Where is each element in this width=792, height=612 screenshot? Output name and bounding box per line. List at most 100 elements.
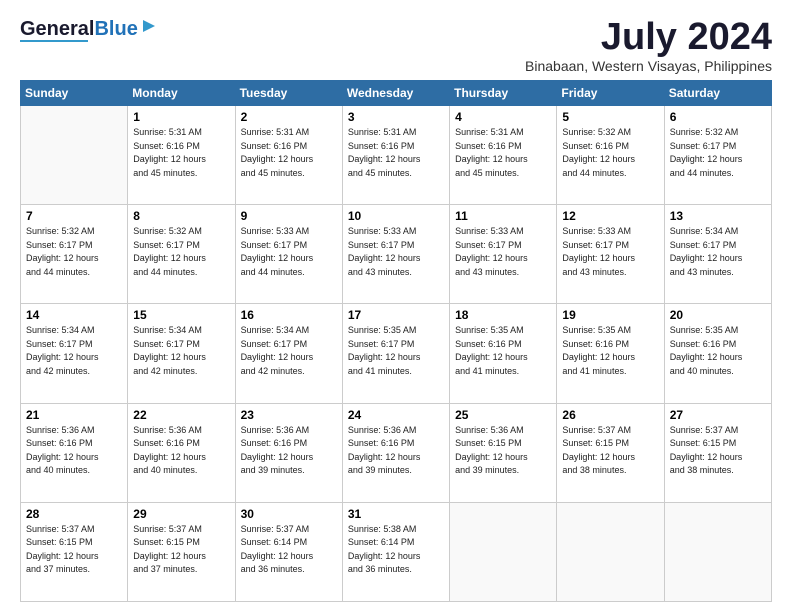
table-row: 3 Sunrise: 5:31 AM Sunset: 6:16 PM Daylig… (342, 106, 449, 205)
day-number: 13 (670, 209, 766, 223)
day-info: Sunrise: 5:32 AM Sunset: 6:17 PM Dayligh… (26, 225, 122, 279)
month-year: July 2024 (525, 18, 772, 56)
day-info: Sunrise: 5:38 AM Sunset: 6:14 PM Dayligh… (348, 523, 444, 577)
title-block: July 2024 Binabaan, Western Visayas, Phi… (525, 18, 772, 74)
table-row: 31 Sunrise: 5:38 AM Sunset: 6:14 PM Dayli… (342, 502, 449, 601)
day-number: 10 (348, 209, 444, 223)
day-info: Sunrise: 5:35 AM Sunset: 6:17 PM Dayligh… (348, 324, 444, 378)
day-info: Sunrise: 5:31 AM Sunset: 6:16 PM Dayligh… (348, 126, 444, 180)
day-number: 25 (455, 408, 551, 422)
logo-arrow-icon (141, 18, 157, 39)
day-info: Sunrise: 5:36 AM Sunset: 6:16 PM Dayligh… (133, 424, 229, 478)
table-row: 22 Sunrise: 5:36 AM Sunset: 6:16 PM Dayli… (128, 403, 235, 502)
location: Binabaan, Western Visayas, Philippines (525, 58, 772, 74)
logo-text: GeneralBlue (20, 19, 138, 39)
day-info: Sunrise: 5:32 AM Sunset: 6:16 PM Dayligh… (562, 126, 658, 180)
day-number: 21 (26, 408, 122, 422)
day-info: Sunrise: 5:34 AM Sunset: 6:17 PM Dayligh… (241, 324, 337, 378)
day-info: Sunrise: 5:31 AM Sunset: 6:16 PM Dayligh… (455, 126, 551, 180)
day-info: Sunrise: 5:37 AM Sunset: 6:14 PM Dayligh… (241, 523, 337, 577)
day-number: 3 (348, 110, 444, 124)
day-info: Sunrise: 5:31 AM Sunset: 6:16 PM Dayligh… (241, 126, 337, 180)
day-info: Sunrise: 5:35 AM Sunset: 6:16 PM Dayligh… (670, 324, 766, 378)
day-info: Sunrise: 5:34 AM Sunset: 6:17 PM Dayligh… (133, 324, 229, 378)
day-number: 17 (348, 308, 444, 322)
day-number: 28 (26, 507, 122, 521)
day-number: 24 (348, 408, 444, 422)
table-row: 24 Sunrise: 5:36 AM Sunset: 6:16 PM Dayli… (342, 403, 449, 502)
day-info: Sunrise: 5:36 AM Sunset: 6:16 PM Dayligh… (241, 424, 337, 478)
day-info: Sunrise: 5:31 AM Sunset: 6:16 PM Dayligh… (133, 126, 229, 180)
day-number: 20 (670, 308, 766, 322)
day-number: 8 (133, 209, 229, 223)
day-info: Sunrise: 5:32 AM Sunset: 6:17 PM Dayligh… (133, 225, 229, 279)
calendar-table: Sunday Monday Tuesday Wednesday Thursday… (20, 80, 772, 602)
day-info: Sunrise: 5:34 AM Sunset: 6:17 PM Dayligh… (26, 324, 122, 378)
day-info: Sunrise: 5:35 AM Sunset: 6:16 PM Dayligh… (562, 324, 658, 378)
calendar-week-row: 14 Sunrise: 5:34 AM Sunset: 6:17 PM Dayli… (21, 304, 772, 403)
table-row: 4Sunrise: 5:31 AM Sunset: 6:16 PM Daylig… (450, 106, 557, 205)
page: GeneralBlue July 2024 Binabaan, Western … (0, 0, 792, 612)
table-row: 29 Sunrise: 5:37 AM Sunset: 6:15 PM Dayli… (128, 502, 235, 601)
col-sunday: Sunday (21, 81, 128, 106)
table-row: 23 Sunrise: 5:36 AM Sunset: 6:16 PM Dayli… (235, 403, 342, 502)
day-number: 23 (241, 408, 337, 422)
col-friday: Friday (557, 81, 664, 106)
day-info: Sunrise: 5:37 AM Sunset: 6:15 PM Dayligh… (670, 424, 766, 478)
table-row (557, 502, 664, 601)
day-number: 6 (670, 110, 766, 124)
table-row: 6Sunrise: 5:32 AM Sunset: 6:17 PM Daylig… (664, 106, 771, 205)
col-wednesday: Wednesday (342, 81, 449, 106)
day-info: Sunrise: 5:36 AM Sunset: 6:15 PM Dayligh… (455, 424, 551, 478)
day-number: 15 (133, 308, 229, 322)
table-row: 14 Sunrise: 5:34 AM Sunset: 6:17 PM Dayli… (21, 304, 128, 403)
day-number: 31 (348, 507, 444, 521)
day-number: 11 (455, 209, 551, 223)
table-row: 27Sunrise: 5:37 AM Sunset: 6:15 PM Dayli… (664, 403, 771, 502)
day-info: Sunrise: 5:37 AM Sunset: 6:15 PM Dayligh… (26, 523, 122, 577)
calendar-header-row: Sunday Monday Tuesday Wednesday Thursday… (21, 81, 772, 106)
calendar-week-row: 28 Sunrise: 5:37 AM Sunset: 6:15 PM Dayli… (21, 502, 772, 601)
col-monday: Monday (128, 81, 235, 106)
table-row (664, 502, 771, 601)
day-number: 19 (562, 308, 658, 322)
table-row (21, 106, 128, 205)
day-number: 5 (562, 110, 658, 124)
day-info: Sunrise: 5:34 AM Sunset: 6:17 PM Dayligh… (670, 225, 766, 279)
table-row: 11 Sunrise: 5:33 AM Sunset: 6:17 PM Dayli… (450, 205, 557, 304)
day-info: Sunrise: 5:33 AM Sunset: 6:17 PM Dayligh… (241, 225, 337, 279)
table-row: 2Sunrise: 5:31 AM Sunset: 6:16 PM Daylig… (235, 106, 342, 205)
day-number: 18 (455, 308, 551, 322)
table-row: 8 Sunrise: 5:32 AM Sunset: 6:17 PM Daylig… (128, 205, 235, 304)
table-row: 15 Sunrise: 5:34 AM Sunset: 6:17 PM Dayli… (128, 304, 235, 403)
day-info: Sunrise: 5:37 AM Sunset: 6:15 PM Dayligh… (133, 523, 229, 577)
calendar-week-row: 21 Sunrise: 5:36 AM Sunset: 6:16 PM Dayli… (21, 403, 772, 502)
table-row: 30 Sunrise: 5:37 AM Sunset: 6:14 PM Dayli… (235, 502, 342, 601)
col-tuesday: Tuesday (235, 81, 342, 106)
table-row: 5 Sunrise: 5:32 AM Sunset: 6:16 PM Daylig… (557, 106, 664, 205)
table-row: 28 Sunrise: 5:37 AM Sunset: 6:15 PM Dayli… (21, 502, 128, 601)
table-row: 12 Sunrise: 5:33 AM Sunset: 6:17 PM Dayli… (557, 205, 664, 304)
day-info: Sunrise: 5:33 AM Sunset: 6:17 PM Dayligh… (348, 225, 444, 279)
day-number: 12 (562, 209, 658, 223)
day-info: Sunrise: 5:33 AM Sunset: 6:17 PM Dayligh… (562, 225, 658, 279)
logo-underline (20, 40, 88, 42)
day-info: Sunrise: 5:33 AM Sunset: 6:17 PM Dayligh… (455, 225, 551, 279)
table-row: 17 Sunrise: 5:35 AM Sunset: 6:17 PM Dayli… (342, 304, 449, 403)
day-number: 14 (26, 308, 122, 322)
day-number: 16 (241, 308, 337, 322)
calendar-week-row: 7Sunrise: 5:32 AM Sunset: 6:17 PM Daylig… (21, 205, 772, 304)
day-number: 22 (133, 408, 229, 422)
logo: GeneralBlue (20, 18, 157, 42)
table-row: 26Sunrise: 5:37 AM Sunset: 6:15 PM Dayli… (557, 403, 664, 502)
table-row: 10 Sunrise: 5:33 AM Sunset: 6:17 PM Dayli… (342, 205, 449, 304)
day-info: Sunrise: 5:35 AM Sunset: 6:16 PM Dayligh… (455, 324, 551, 378)
table-row: 1 Sunrise: 5:31 AM Sunset: 6:16 PM Daylig… (128, 106, 235, 205)
table-row: 16 Sunrise: 5:34 AM Sunset: 6:17 PM Dayli… (235, 304, 342, 403)
day-info: Sunrise: 5:36 AM Sunset: 6:16 PM Dayligh… (348, 424, 444, 478)
day-number: 29 (133, 507, 229, 521)
calendar-week-row: 1 Sunrise: 5:31 AM Sunset: 6:16 PM Daylig… (21, 106, 772, 205)
day-number: 1 (133, 110, 229, 124)
table-row: 13 Sunrise: 5:34 AM Sunset: 6:17 PM Dayli… (664, 205, 771, 304)
day-number: 30 (241, 507, 337, 521)
